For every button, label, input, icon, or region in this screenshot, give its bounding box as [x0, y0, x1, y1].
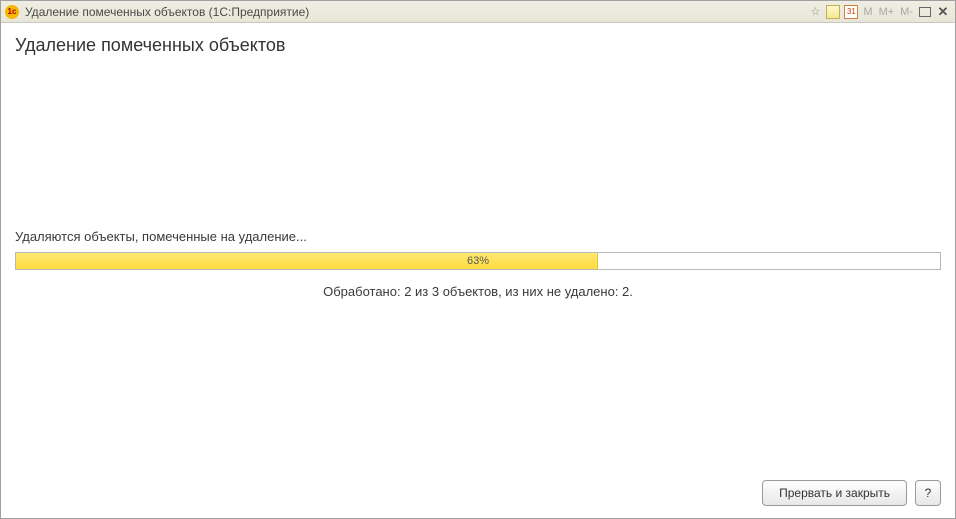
maximize-button[interactable]	[917, 4, 933, 20]
spacer	[15, 333, 941, 472]
close-button[interactable]: ✕	[935, 4, 951, 20]
summary-text: Обработано: 2 из 3 объектов, из них не у…	[15, 284, 941, 299]
app-window: 1c Удаление помеченных объектов (1С:Пред…	[0, 0, 956, 519]
app-icon: 1c	[5, 5, 19, 19]
progress-bar: 63%	[15, 252, 941, 270]
memory-m-minus-button[interactable]: M-	[898, 6, 915, 18]
memory-m-plus-button[interactable]: M+	[877, 6, 897, 18]
titlebar: 1c Удаление помеченных объектов (1С:Пред…	[1, 1, 955, 23]
page-title: Удаление помеченных объектов	[15, 35, 941, 56]
status-text: Удаляются объекты, помеченные на удалени…	[15, 229, 941, 244]
titlebar-left: 1c Удаление помеченных объектов (1С:Пред…	[5, 5, 807, 19]
cancel-close-button[interactable]: Прервать и закрыть	[762, 480, 907, 506]
calendar-icon[interactable]: 31	[843, 4, 859, 20]
progress-section: Удаляются объекты, помеченные на удалени…	[15, 64, 941, 333]
memory-m-button[interactable]: M	[861, 6, 874, 18]
progress-label: 63%	[16, 253, 940, 269]
titlebar-right: ☆ 31 M M+ M- ✕	[807, 4, 951, 20]
window-title: Удаление помеченных объектов (1С:Предпри…	[25, 5, 309, 19]
footer: Прервать и закрыть ?	[15, 472, 941, 506]
help-button[interactable]: ?	[915, 480, 941, 506]
content-area: Удаление помеченных объектов Удаляются о…	[1, 23, 955, 518]
sheet-icon[interactable]	[825, 4, 841, 20]
favorite-icon[interactable]: ☆	[807, 4, 823, 20]
